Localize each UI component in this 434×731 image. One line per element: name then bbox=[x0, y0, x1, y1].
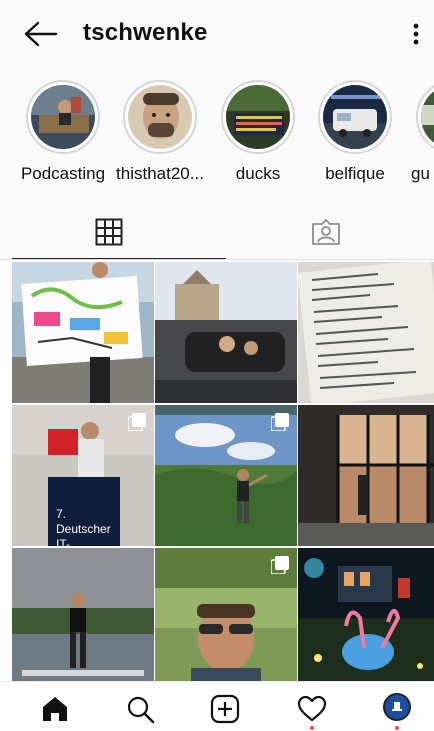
tab-posts-grid[interactable] bbox=[0, 204, 217, 260]
highlight-ring bbox=[26, 80, 100, 154]
nav-new-post[interactable] bbox=[210, 694, 240, 724]
grid-icon bbox=[95, 218, 122, 246]
arrow-left-icon bbox=[24, 21, 58, 47]
multiple-photos-icon bbox=[271, 556, 289, 574]
nav-profile[interactable] bbox=[383, 693, 411, 721]
tagged-person-icon bbox=[311, 219, 340, 245]
story-highlights: Podcasting thisthat20... ducks belfique bbox=[0, 66, 434, 204]
post-thumbnail[interactable] bbox=[298, 548, 434, 689]
highlight-ring bbox=[123, 80, 197, 154]
search-icon bbox=[127, 696, 155, 724]
post-thumbnail[interactable] bbox=[155, 405, 297, 546]
highlight-ducks[interactable]: ducks bbox=[206, 80, 310, 184]
multiple-photos-icon bbox=[128, 413, 146, 431]
profile-notification-dot bbox=[395, 726, 399, 730]
bottom-navigation bbox=[0, 681, 434, 731]
posts-grid: 7. DeutscherIT-Rechtstag bbox=[12, 262, 434, 689]
tab-tagged[interactable] bbox=[217, 204, 434, 260]
highlight-thumbnail bbox=[31, 85, 95, 149]
tabs-divider bbox=[0, 259, 434, 260]
post-thumbnail[interactable] bbox=[12, 548, 154, 689]
highlight-label: gu bbox=[411, 164, 430, 183]
post-thumbnail[interactable] bbox=[298, 405, 434, 546]
highlight-ring bbox=[416, 80, 434, 154]
home-icon bbox=[43, 697, 67, 721]
nav-search[interactable] bbox=[125, 694, 155, 724]
highlight-label: Podcasting bbox=[20, 164, 106, 183]
highlight-thumbnail bbox=[421, 85, 434, 149]
highlight-label: belfique bbox=[325, 164, 385, 183]
add-post-icon bbox=[210, 694, 240, 724]
profile-avatar-icon bbox=[385, 695, 409, 719]
post-thumbnail[interactable] bbox=[155, 262, 297, 403]
highlight-ring bbox=[318, 80, 392, 154]
heart-icon bbox=[297, 695, 327, 722]
nav-home[interactable] bbox=[40, 694, 70, 724]
profile-username: tschwenke bbox=[83, 19, 208, 46]
highlight-thumbnail bbox=[128, 85, 192, 149]
highlight-podcasting[interactable]: Podcasting bbox=[11, 80, 115, 184]
top-bar: tschwenke bbox=[0, 0, 434, 66]
highlight-partial[interactable]: gu bbox=[401, 80, 434, 184]
more-options-button[interactable] bbox=[406, 20, 426, 48]
highlight-ring bbox=[221, 80, 295, 154]
activity-notification-dot bbox=[310, 726, 314, 730]
nav-activity[interactable] bbox=[297, 694, 327, 724]
multiple-photos-icon bbox=[271, 413, 289, 431]
more-vertical-icon bbox=[413, 23, 419, 45]
post-thumbnail[interactable] bbox=[298, 262, 434, 403]
post-thumbnail[interactable] bbox=[12, 262, 154, 403]
highlight-label: ducks bbox=[235, 164, 281, 183]
highlight-thisthat[interactable]: thisthat20... bbox=[108, 80, 212, 184]
highlight-label: thisthat20... bbox=[116, 164, 204, 183]
post-thumbnail[interactable]: 7. DeutscherIT-Rechtstag bbox=[12, 405, 154, 546]
highlight-thumbnail bbox=[226, 85, 290, 149]
profile-tabs bbox=[0, 204, 434, 260]
post-thumbnail[interactable] bbox=[155, 548, 297, 689]
back-button[interactable] bbox=[24, 20, 58, 48]
highlight-belfique[interactable]: belfique bbox=[303, 80, 407, 184]
post-caption-text: 7. DeutscherIT-Rechtstag bbox=[56, 507, 111, 546]
highlight-thumbnail bbox=[323, 85, 387, 149]
